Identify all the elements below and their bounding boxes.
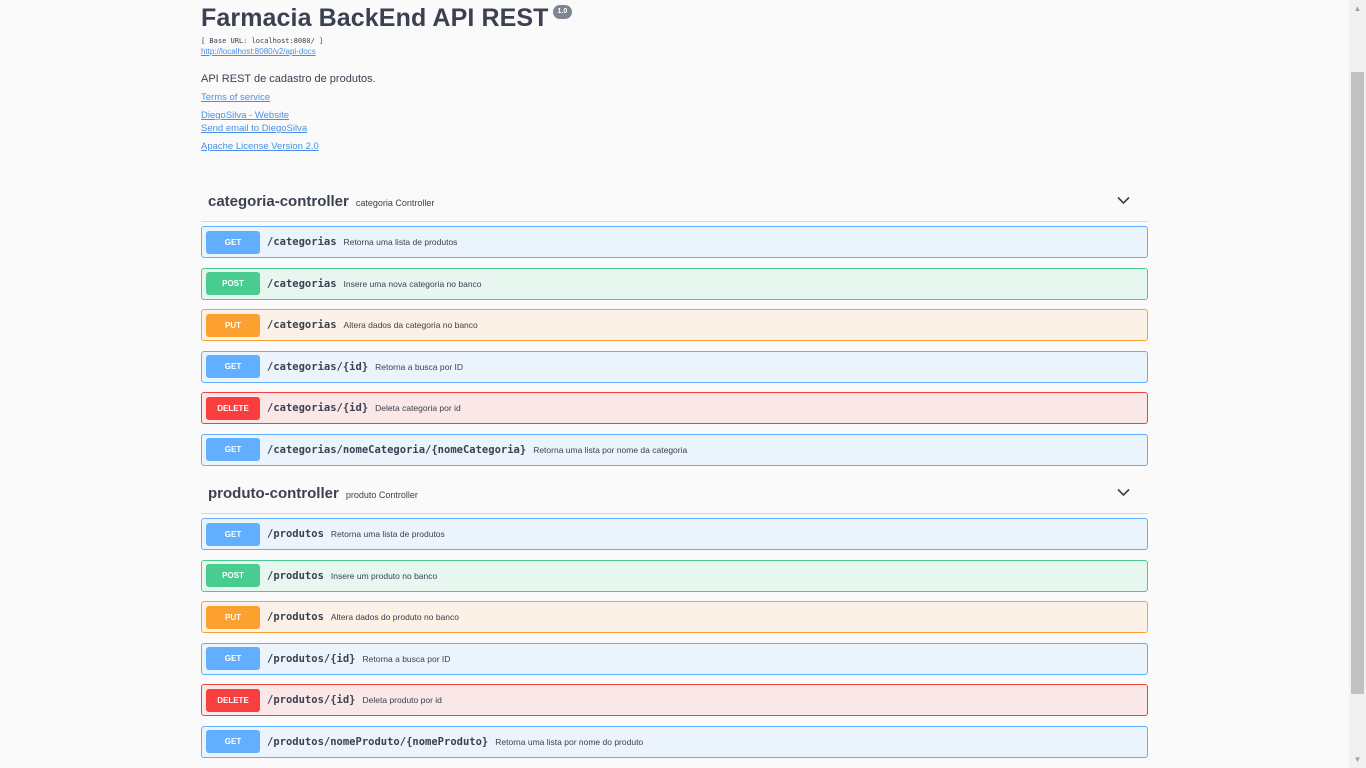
- method-badge: PUT: [206, 313, 260, 337]
- operation-summary: Retorna uma lista de produtos: [330, 529, 445, 539]
- website-link[interactable]: DiegoSilva - Website: [201, 110, 1148, 121]
- operation-summary: Deleta categoria por id: [375, 403, 461, 414]
- terms-of-service-link[interactable]: Terms of service: [201, 92, 1148, 103]
- base-url: [ Base URL: localhost:8080/ ]: [201, 37, 324, 45]
- operation-summary: Retorna uma lista de produtos: [343, 237, 458, 247]
- operation-path: /produtos: [267, 611, 324, 624]
- tag-section-categoria: categoria-controller categoria Controlle…: [201, 182, 1148, 476]
- operation-path: /categorias/{id}: [267, 360, 369, 373]
- operation-row[interactable]: GET /produtos/{id} Retorna a busca por I…: [201, 642, 1148, 675]
- tag-name: produto-controller: [208, 485, 339, 502]
- chevron-down-icon[interactable]: [1117, 488, 1130, 497]
- version-badge: 1.0: [552, 5, 573, 19]
- license-link[interactable]: Apache License Version 2.0: [201, 141, 1148, 152]
- method-badge: DELETE: [206, 396, 260, 420]
- operation-path: /categorias: [267, 236, 337, 248]
- operation-row[interactable]: GET /categorias/{id} Retorna a busca por…: [201, 350, 1148, 383]
- method-badge: POST: [206, 272, 260, 296]
- tag-description: produto Controller: [345, 489, 418, 500]
- method-badge: GET: [206, 355, 260, 379]
- tag-name: categoria-controller: [208, 193, 349, 210]
- operation-row[interactable]: GET /categorias Retorna uma lista de pro…: [201, 226, 1148, 258]
- operation-path: /produtos/{id}: [267, 652, 356, 665]
- operation-path: /categorias/{id}: [267, 402, 369, 415]
- operation-row[interactable]: GET /produtos Retorna uma lista de produ…: [201, 518, 1148, 550]
- operation-summary: Insere um produto no banco: [330, 570, 438, 581]
- operation-row[interactable]: PUT /categorias Altera dados da categori…: [201, 309, 1148, 342]
- scroll-down-arrow-icon[interactable]: ▼: [1349, 751, 1366, 768]
- operation-row[interactable]: GET /categorias/nomeCategoria/{nomeCateg…: [201, 433, 1148, 466]
- api-description: API REST de cadastro de produtos.: [201, 73, 376, 85]
- operation-row[interactable]: PUT /produtos Altera dados do produto no…: [201, 601, 1148, 634]
- operation-row[interactable]: POST /produtos Insere um produto no banc…: [201, 559, 1148, 592]
- operation-path: /produtos: [267, 528, 324, 540]
- operation-summary: Insere uma nova categoria no banco: [343, 278, 482, 289]
- operation-row[interactable]: GET /produtos/nomeProduto/{nomeProduto} …: [201, 725, 1148, 758]
- api-docs-link[interactable]: http://localhost:8080/v2/api-docs: [201, 47, 1148, 56]
- method-badge: GET: [206, 230, 260, 254]
- title-row: Farmacia BackEnd API REST 1.0: [201, 4, 1148, 32]
- method-badge: PUT: [206, 605, 260, 629]
- tag-header-categoria[interactable]: categoria-controller categoria Controlle…: [201, 182, 1148, 222]
- method-badge: GET: [206, 730, 260, 754]
- operation-path: /categorias: [267, 319, 337, 332]
- operation-summary: Retorna a busca por ID: [375, 361, 464, 372]
- operation-row[interactable]: DELETE /categorias/{id} Deleta categoria…: [201, 392, 1148, 425]
- swagger-page: Farmacia BackEnd API REST 1.0 [ Base URL…: [0, 0, 1366, 768]
- tag-header-produto[interactable]: produto-controller produto Controller: [201, 474, 1148, 514]
- operation-summary: Retorna uma lista por nome do produto: [495, 736, 644, 747]
- operation-path: /produtos: [267, 569, 324, 582]
- operation-row[interactable]: POST /categorias Insere uma nova categor…: [201, 267, 1148, 300]
- method-badge: GET: [206, 438, 260, 462]
- operation-summary: Retorna uma lista por nome da categoria: [533, 444, 688, 455]
- method-badge: DELETE: [206, 688, 260, 712]
- tag-description: categoria Controller: [355, 197, 435, 208]
- operation-path: /produtos/{id}: [267, 694, 356, 707]
- operation-summary: Altera dados do produto no banco: [330, 612, 459, 623]
- operation-summary: Retorna a busca por ID: [362, 653, 451, 664]
- method-badge: POST: [206, 564, 260, 588]
- vertical-scrollbar[interactable]: ▲ ▼: [1349, 0, 1366, 768]
- api-title: Farmacia BackEnd API REST: [201, 4, 549, 32]
- scrollbar-thumb[interactable]: [1351, 72, 1364, 694]
- operation-row[interactable]: DELETE /produtos/{id} Deleta produto por…: [201, 684, 1148, 717]
- tag-section-produto: produto-controller produto Controller GE…: [201, 474, 1148, 768]
- operation-summary: Deleta produto por id: [362, 695, 442, 706]
- operation-path: /categorias/nomeCategoria/{nomeCategoria…: [267, 443, 527, 456]
- email-link[interactable]: Send email to DiegoSilva: [201, 123, 1148, 134]
- method-badge: GET: [206, 647, 260, 671]
- operations-list: GET /produtos Retorna uma lista de produ…: [201, 518, 1148, 758]
- method-badge: GET: [206, 522, 260, 546]
- operations-list: GET /categorias Retorna uma lista de pro…: [201, 226, 1148, 466]
- content-wrapper: Farmacia BackEnd API REST 1.0 [ Base URL…: [201, 0, 1148, 758]
- operation-path: /categorias: [267, 277, 337, 290]
- scroll-up-arrow-icon[interactable]: ▲: [1349, 0, 1366, 17]
- chevron-down-icon[interactable]: [1117, 196, 1130, 205]
- operation-summary: Altera dados da categoria no banco: [343, 320, 478, 331]
- operation-path: /produtos/nomeProduto/{nomeProduto}: [267, 735, 489, 748]
- api-info: Farmacia BackEnd API REST 1.0 [ Base URL…: [201, 4, 1148, 152]
